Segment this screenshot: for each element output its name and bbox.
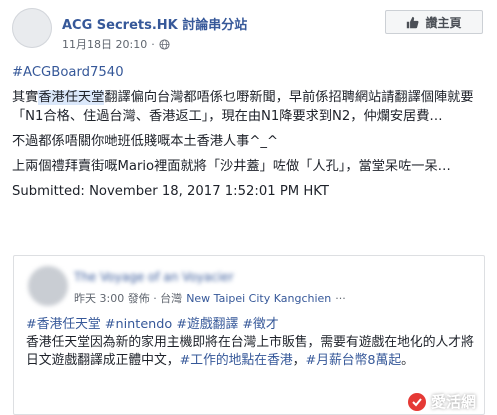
shared-text: #香港任天堂 #nintendo #遊戲翻譯 #徵才 香港任天堂因為新的家用主機…: [26, 316, 474, 370]
facebook-post: ACG Secrets.HK 討論串分站 11月18日 20:10 · 讚主頁 …: [0, 0, 497, 415]
shared-avatar[interactable]: [28, 266, 68, 306]
post-paragraph-2: 不過都係唔關你哋班低賤嘅本土香港人事^_^: [12, 134, 279, 149]
page-avatar[interactable]: [12, 8, 52, 48]
meta-separator: ·: [151, 37, 155, 51]
like-page-label: 讚主頁: [425, 15, 462, 30]
shared-more-dots: ···: [335, 291, 346, 305]
shared-tag[interactable]: #香港任天堂: [26, 317, 101, 332]
post-paragraph-3: 上兩個禮拜賣街嘅Mario裡面就將「沙井蓋」咗做「人孔」，當堂呆咗一呆…: [12, 159, 451, 174]
shared-inline-tag-location[interactable]: #工作的地點在香港: [180, 353, 293, 368]
shared-body-mid: ，: [292, 353, 306, 368]
watermark-logo-icon: [407, 392, 426, 411]
shared-tag[interactable]: #徵才: [242, 317, 278, 332]
para1-start: 其實: [12, 90, 39, 105]
shared-author-name[interactable]: The Voyage of an Voyacier: [74, 270, 234, 284]
shared-tag[interactable]: #nintendo: [105, 317, 172, 332]
shared-location[interactable]: New Taipei City Kangchien: [186, 292, 331, 305]
submitted-timestamp: Submitted: November 18, 2017 1:52:01 PM …: [12, 184, 329, 199]
globe-icon[interactable]: [159, 38, 170, 50]
post-paragraph-1: 其實香港任天堂翻譯偏向台灣都唔係乜嘢新聞，早前係招聘網站請翻譯個陣就要「N1合格…: [12, 88, 486, 126]
page-name-link[interactable]: ACG Secrets.HK 討論串分站: [62, 14, 247, 33]
shared-tag[interactable]: #遊戲翻譯: [176, 317, 238, 332]
like-page-button[interactable]: 讚主頁: [385, 10, 483, 34]
shared-body-end: 。: [401, 353, 414, 368]
shared-post-card[interactable]: The Voyage of an Voyacier 昨天 3:00 發佈 · 台…: [13, 255, 485, 415]
post-hashtag[interactable]: #ACGBoard7540: [12, 63, 486, 82]
watermark-text: 愛活網: [430, 393, 476, 411]
shared-tags: #香港任天堂 #nintendo #遊戲翻譯 #徵才: [26, 316, 474, 334]
post-body: #ACGBoard7540 其實香港任天堂翻譯偏向台灣都唔係乜嘢新聞，早前係招聘…: [12, 63, 486, 207]
shared-meta: 昨天 3:00 發佈 · 台灣 New Taipei City Kangchie…: [74, 290, 346, 306]
thumbs-up-icon: [407, 16, 419, 28]
post-meta: 11月18日 20:10 ·: [62, 36, 170, 52]
shared-time[interactable]: 昨天 3:00 發佈 · 台灣: [74, 290, 182, 306]
watermark: 愛活網: [407, 391, 476, 412]
shared-inline-tag-salary[interactable]: #月薪台幣8萬起: [305, 353, 401, 368]
post-date[interactable]: 11月18日 20:10: [62, 36, 147, 52]
highlighted-text: 香港任天堂: [38, 90, 105, 105]
